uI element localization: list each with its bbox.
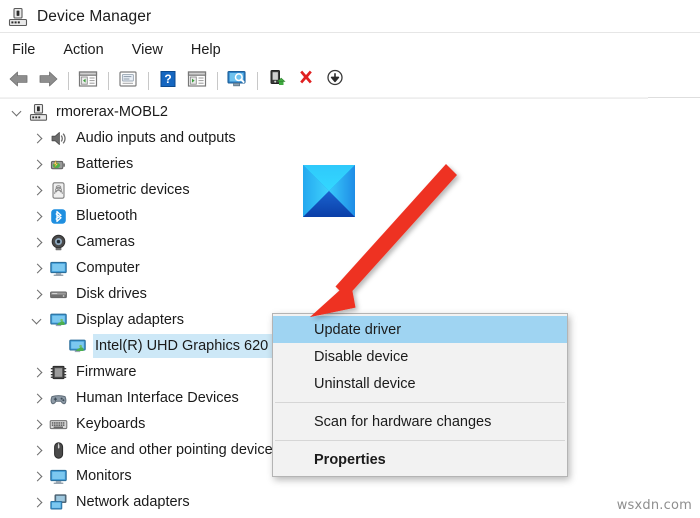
tree-root-label: rmorerax-MOBL2 [56,104,168,120]
camera-icon [49,233,68,252]
chevron-right-icon[interactable] [30,494,47,511]
menu-action[interactable]: Action [61,40,105,60]
menu-view[interactable]: View [130,40,165,60]
chevron-right-icon[interactable] [30,416,47,433]
uninstall-device-icon [325,69,345,93]
title-bar: Device Manager [0,0,700,33]
chevron-down-icon[interactable] [10,104,27,121]
tree-item-label: Bluetooth [76,208,138,224]
tree-item-audio[interactable]: Audio inputs and outputs [0,125,700,151]
speaker-icon [49,129,68,148]
chevron-right-icon[interactable] [30,234,47,251]
tree-item-label: Display adapters [76,312,184,328]
tree-item-label: Cameras [76,234,135,250]
show-hide-action-pane-icon [187,70,207,93]
context-menu-item-uninstall-device[interactable]: Uninstall device [273,370,567,397]
chevron-right-icon[interactable] [30,130,47,147]
display-adapter-icon [68,337,87,356]
tree-item-label: Human Interface Devices [76,390,239,406]
tree-item-network-adapters[interactable]: Network adapters [0,489,700,515]
fingerprint-icon [49,181,68,200]
properties-button[interactable] [115,69,141,93]
context-menu-item-disable-device[interactable]: Disable device [273,343,567,370]
display-adapter-icon [49,311,68,330]
uninstall-device-button[interactable] [322,69,348,93]
mouse-icon [49,441,68,460]
update-driver-icon [267,69,287,93]
tree-item-label: Audio inputs and outputs [76,130,236,146]
tree-item-label: Mice and other pointing devices [76,442,280,458]
tree-item-label: Batteries [76,156,134,172]
chevron-right-icon[interactable] [30,208,47,225]
toolbar-separator-3 [148,72,149,90]
chevron-right-icon[interactable] [30,390,47,407]
disable-device-button[interactable] [293,69,319,93]
forward-button[interactable] [35,69,61,93]
chevron-right-icon[interactable] [30,156,47,173]
monitor-icon [49,259,68,278]
tree-item-cameras[interactable]: Cameras [0,229,700,255]
tree-item-label: Intel(R) UHD Graphics 620 [93,334,273,358]
chevron-right-icon[interactable] [30,364,47,381]
update-driver-button[interactable] [264,69,290,93]
blue-gradient-square-image [303,165,355,217]
menu-help[interactable]: Help [189,40,223,60]
disk-drive-icon [49,285,68,304]
context-menu-item-properties[interactable]: Properties [273,446,567,473]
context-menu-separator-2 [275,440,565,441]
tree-item-label: Firmware [76,364,137,380]
chevron-right-icon[interactable] [30,182,47,199]
window-title: Device Manager [37,7,152,25]
tree-item-label: Network adapters [76,494,190,510]
chevron-right-icon[interactable] [30,442,47,459]
tree-item-label: Monitors [76,468,132,484]
help-icon: ? [158,70,178,93]
toolbar-separator-5 [257,72,258,90]
disable-device-icon [296,69,316,93]
show-hide-console-tree-button[interactable] [75,69,101,93]
monitor-icon [49,467,68,486]
toolbar-separator-4 [217,72,218,90]
help-button[interactable]: ? [155,69,181,93]
context-menu-separator-1 [275,402,565,403]
chevron-right-icon[interactable] [30,468,47,485]
tree-item-label: Keyboards [76,416,146,432]
chevron-right-icon[interactable] [30,260,47,277]
back-button[interactable] [6,69,32,93]
show-hide-action-pane-button[interactable] [184,69,210,93]
context-menu-item-scan-for-hardware-changes[interactable]: Scan for hardware changes [273,408,567,435]
bluetooth-icon [49,207,68,226]
tree-item-label: Biometric devices [76,182,190,198]
toolbar-separator-1 [68,72,69,90]
tree-root-row[interactable]: rmorerax-MOBL2 [0,99,700,125]
device-context-menu: Update driver Disable device Uninstall d… [272,313,568,477]
hid-icon [49,389,68,408]
tree-item-label: Disk drives [76,286,147,302]
network-adapter-icon [49,493,68,512]
computer-root-icon [29,103,48,122]
toolbar: ? [0,66,700,96]
keyboard-icon [49,415,68,434]
tree-item-computer[interactable]: Computer [0,255,700,281]
firmware-icon [49,363,68,382]
tree-item-disk-drives[interactable]: Disk drives [0,281,700,307]
back-icon [8,70,30,93]
battery-icon [49,155,68,174]
scan-hardware-changes-icon [226,69,248,93]
titlebar-divider [0,32,700,33]
svg-text:?: ? [164,71,171,85]
device-manager-icon [8,7,28,27]
menu-bar: File Action View Help [0,36,700,64]
properties-icon [118,70,138,93]
toolbar-separator-2 [108,72,109,90]
forward-icon [37,70,59,93]
watermark: wsxdn.com [616,498,692,513]
menu-file[interactable]: File [10,40,37,60]
context-menu-item-update-driver[interactable]: Update driver [273,316,567,343]
chevron-right-icon[interactable] [30,286,47,303]
scan-hardware-changes-button[interactable] [224,69,250,93]
tree-item-label: Computer [76,260,140,276]
show-hide-console-tree-icon [78,70,98,93]
chevron-down-icon[interactable] [30,312,47,329]
